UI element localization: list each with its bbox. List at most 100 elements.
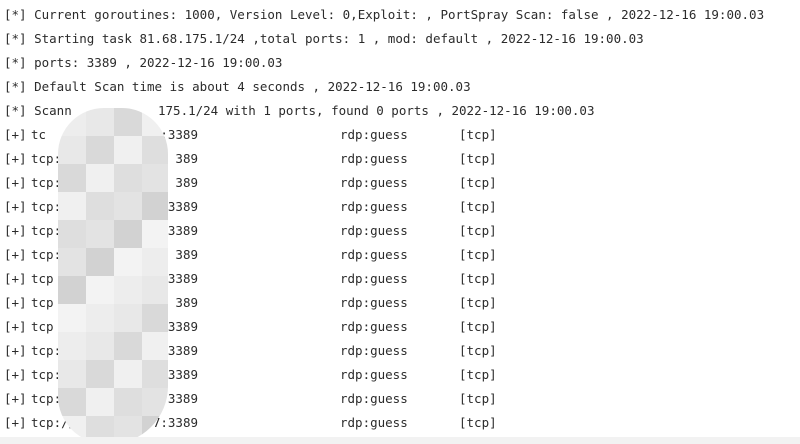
result-address-end: 389: [175, 247, 198, 262]
mosaic-cell: [114, 360, 142, 388]
mosaic-cell: [58, 108, 86, 136]
mosaic-cell: [142, 164, 168, 192]
result-address-end: 3389: [167, 199, 198, 214]
mosaic-cell: [86, 388, 114, 416]
mosaic-cell: [114, 136, 142, 164]
result-prefix: [+]: [4, 127, 27, 142]
mosaic-cell: [58, 332, 86, 360]
mosaic-cell: [142, 388, 168, 416]
result-service: rdp:guess: [340, 319, 408, 334]
result-prefix: [+]: [4, 343, 27, 358]
result-prefix: [+]: [4, 223, 27, 238]
result-service: rdp:guess: [340, 223, 408, 238]
mosaic-cell: [86, 360, 114, 388]
result-address-end: 389: [175, 151, 198, 166]
mosaic-cell: [114, 304, 142, 332]
mosaic-cell: [58, 192, 86, 220]
result-prefix: [+]: [4, 319, 27, 334]
result-protocol: [tcp]: [459, 367, 497, 382]
result-protocol: [tcp]: [459, 319, 497, 334]
mosaic-cell: [58, 136, 86, 164]
mosaic-cell: [114, 248, 142, 276]
result-service: rdp:guess: [340, 151, 408, 166]
result-prefix: [+]: [4, 199, 27, 214]
mosaic-cell: [58, 304, 86, 332]
result-address-start: tcp:: [31, 223, 62, 238]
result-service: rdp:guess: [340, 415, 408, 430]
result-service: rdp:guess: [340, 295, 408, 310]
mosaic-cell: [114, 332, 142, 360]
mosaic-cell: [58, 388, 86, 416]
mosaic-cell: [142, 192, 168, 220]
result-prefix: [+]: [4, 151, 27, 166]
result-address-start: tcp:: [31, 247, 62, 262]
result-service: rdp:guess: [340, 271, 408, 286]
mosaic-cell: [86, 276, 114, 304]
result-address-start: tc: [31, 127, 47, 142]
result-address-start: tcp: [31, 319, 54, 334]
mosaic-cell: [142, 248, 168, 276]
result-service: rdp:guess: [340, 175, 408, 190]
result-service: rdp:guess: [340, 127, 408, 142]
mosaic-cell: [114, 192, 142, 220]
result-service: rdp:guess: [340, 343, 408, 358]
mosaic-cell: [142, 276, 168, 304]
mosaic-cell: [142, 332, 168, 360]
log-line-ports: [*] ports: 3389 , 2022-12-16 19:00.03: [4, 55, 283, 70]
mosaic-cell: [142, 360, 168, 388]
result-prefix: [+]: [4, 271, 27, 286]
result-prefix: [+]: [4, 367, 27, 382]
result-prefix: [+]: [4, 247, 27, 262]
result-prefix: [+]: [4, 295, 27, 310]
bottom-bar: [0, 437, 800, 444]
console-output: [*] Current goroutines: 1000, Version Le…: [0, 0, 800, 444]
result-service: rdp:guess: [340, 199, 408, 214]
result-service: rdp:guess: [340, 247, 408, 262]
mosaic-cell: [58, 164, 86, 192]
mosaic-cell: [58, 276, 86, 304]
result-protocol: [tcp]: [459, 199, 497, 214]
mosaic-cell: [114, 276, 142, 304]
result-protocol: [tcp]: [459, 127, 497, 142]
redaction-mosaic: [58, 108, 168, 444]
mosaic-cell: [142, 136, 168, 164]
result-address-end: 3389: [167, 271, 198, 286]
result-address-start: tcp: [31, 295, 54, 310]
result-prefix: [+]: [4, 391, 27, 406]
mosaic-cell: [114, 108, 142, 136]
result-address-end: 389: [175, 175, 198, 190]
result-service: rdp:guess: [340, 367, 408, 382]
result-protocol: [tcp]: [459, 175, 497, 190]
mosaic-cell: [86, 304, 114, 332]
mosaic-cell: [58, 248, 86, 276]
mosaic-cell: [58, 220, 86, 248]
mosaic-cell: [114, 388, 142, 416]
mosaic-cell: [86, 136, 114, 164]
result-address-start: tcp: [31, 271, 54, 286]
result-address-start: tcp:: [31, 151, 62, 166]
result-protocol: [tcp]: [459, 247, 497, 262]
result-protocol: [tcp]: [459, 343, 497, 358]
mosaic-cell: [86, 164, 114, 192]
result-prefix: [+]: [4, 415, 27, 430]
log-line-scan-time: [*] Default Scan time is about 4 seconds…: [4, 79, 471, 94]
log-line-scan-finished-end: 175.1/24 with 1 ports, found 0 ports , 2…: [158, 103, 595, 118]
mosaic-cell: [114, 164, 142, 192]
result-protocol: [tcp]: [459, 223, 497, 238]
mosaic-cell: [86, 192, 114, 220]
result-prefix: [+]: [4, 175, 27, 190]
mosaic-cell: [86, 220, 114, 248]
log-line-goroutines: [*] Current goroutines: 1000, Version Le…: [4, 7, 765, 22]
result-protocol: [tcp]: [459, 151, 497, 166]
result-protocol: [tcp]: [459, 391, 497, 406]
mosaic-cell: [58, 360, 86, 388]
result-protocol: [tcp]: [459, 415, 497, 430]
log-line-starting-task: [*] Starting task 81.68.175.1/24 ,total …: [4, 31, 644, 46]
mosaic-cell: [114, 220, 142, 248]
mosaic-cell: [142, 220, 168, 248]
mosaic-cell: [142, 304, 168, 332]
mosaic-cell: [142, 108, 168, 136]
mosaic-cell: [86, 248, 114, 276]
result-protocol: [tcp]: [459, 271, 497, 286]
result-address-end: 389: [175, 295, 198, 310]
